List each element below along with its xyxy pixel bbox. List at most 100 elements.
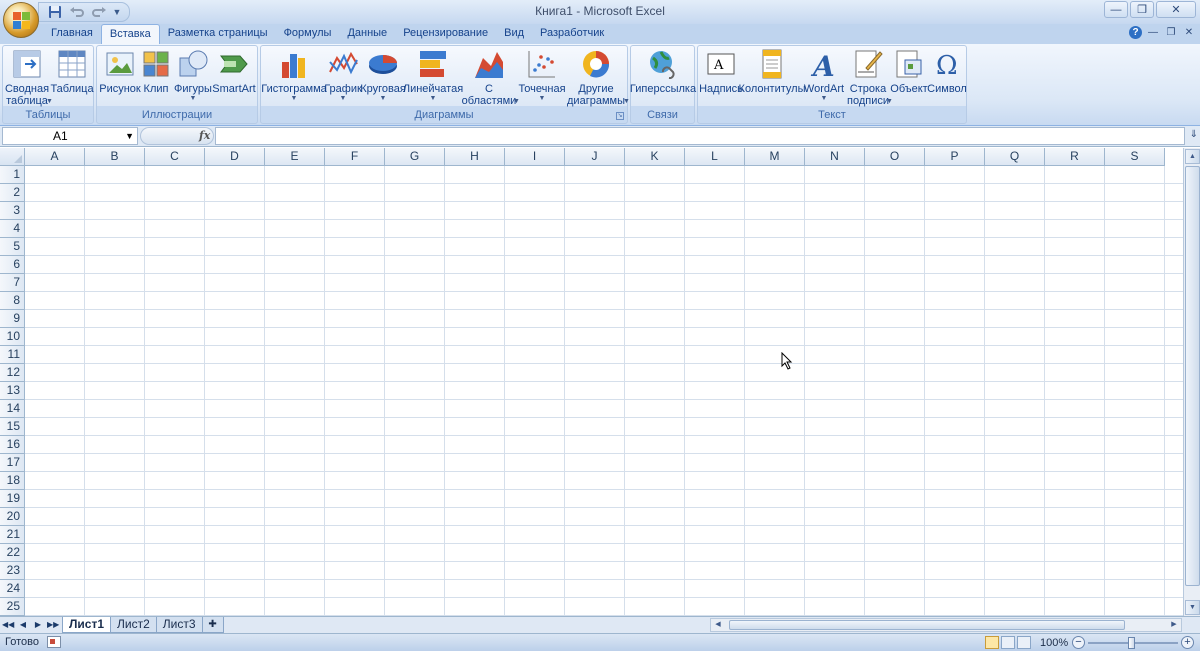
row-header[interactable]: 5 — [0, 238, 25, 256]
close-button[interactable]: ✕ — [1156, 1, 1196, 18]
row-header[interactable]: 23 — [0, 562, 25, 580]
select-all-button[interactable] — [0, 148, 25, 166]
row-header[interactable]: 21 — [0, 526, 25, 544]
column-header[interactable]: M — [745, 148, 805, 166]
workbook-restore-icon[interactable]: ❐ — [1164, 27, 1178, 38]
horizontal-scrollbar[interactable]: ◀ ▶ — [710, 618, 1182, 632]
column-header[interactable]: B — [85, 148, 145, 166]
insert-function-icon[interactable]: fx — [199, 129, 210, 142]
pie-chart-button[interactable]: Круговая ▼ — [360, 48, 406, 103]
hyperlink-button[interactable]: Гиперссылка — [630, 48, 696, 95]
insert-sheet-icon[interactable]: ✚ — [201, 617, 224, 633]
page-break-view-icon[interactable] — [1017, 636, 1031, 649]
tab-home[interactable]: Главная — [43, 24, 101, 44]
column-header[interactable]: O — [865, 148, 925, 166]
row-header[interactable]: 22 — [0, 544, 25, 562]
row-header[interactable]: 17 — [0, 454, 25, 472]
row-header[interactable]: 25 — [0, 598, 25, 616]
scatter-chart-button[interactable]: Точечная ▼ — [517, 48, 567, 103]
row-header[interactable]: 16 — [0, 436, 25, 454]
sheet-tab-1[interactable]: Лист1 — [62, 617, 112, 633]
office-button[interactable] — [3, 2, 39, 38]
previous-sheet-icon[interactable]: ◀ — [17, 619, 29, 631]
row-header[interactable]: 18 — [0, 472, 25, 490]
row-header[interactable]: 19 — [0, 490, 25, 508]
zoom-out-icon[interactable]: − — [1072, 636, 1085, 649]
column-header[interactable]: I — [505, 148, 565, 166]
scroll-right-icon[interactable]: ▶ — [1167, 619, 1181, 631]
column-header[interactable]: F — [325, 148, 385, 166]
row-header[interactable]: 24 — [0, 580, 25, 598]
smartart-button[interactable]: SmartArt — [212, 48, 256, 95]
table-button[interactable]: Таблица — [50, 48, 94, 95]
workbook-close-icon[interactable]: ✕ — [1182, 27, 1196, 38]
other-charts-button[interactable]: Другие диаграммы ▼ — [567, 48, 630, 107]
cell-area[interactable] — [25, 166, 1183, 616]
formula-input[interactable] — [215, 127, 1185, 145]
tab-insert[interactable]: Вставка — [100, 24, 160, 44]
scroll-down-icon[interactable]: ▼ — [1185, 600, 1200, 615]
column-header[interactable]: Q — [985, 148, 1045, 166]
tab-page-layout[interactable]: Разметка страницы — [160, 24, 276, 44]
tab-formulas[interactable]: Формулы — [276, 24, 340, 44]
row-header[interactable]: 2 — [0, 184, 25, 202]
zoom-slider-thumb[interactable] — [1128, 637, 1135, 649]
tab-review[interactable]: Рецензирование — [395, 24, 496, 44]
last-sheet-icon[interactable]: ▶▶ — [47, 619, 59, 631]
help-icon[interactable]: ? — [1129, 26, 1142, 39]
column-header[interactable]: K — [625, 148, 685, 166]
row-header[interactable]: 8 — [0, 292, 25, 310]
object-button[interactable]: Объект — [890, 48, 928, 95]
column-header[interactable]: N — [805, 148, 865, 166]
column-header[interactable]: D — [205, 148, 265, 166]
row-header[interactable]: 7 — [0, 274, 25, 292]
row-header[interactable]: 3 — [0, 202, 25, 220]
bar-chart-button[interactable]: Линейчатая ▼ — [403, 48, 463, 103]
area-chart-button[interactable]: С областями ▼ — [461, 48, 520, 107]
row-header[interactable]: 14 — [0, 400, 25, 418]
symbol-button[interactable]: Ω Символ — [927, 48, 967, 95]
row-header[interactable]: 15 — [0, 418, 25, 436]
row-header[interactable]: 12 — [0, 364, 25, 382]
macro-record-icon[interactable] — [47, 636, 61, 648]
sheet-tab-3[interactable]: Лист3 — [155, 617, 203, 633]
column-header[interactable]: J — [565, 148, 625, 166]
header-footer-button[interactable]: Колонтитулы — [739, 48, 805, 95]
chevron-down-icon[interactable]: ▼ — [125, 128, 134, 144]
column-header[interactable]: S — [1105, 148, 1165, 166]
page-layout-view-icon[interactable] — [1001, 636, 1015, 649]
row-header[interactable]: 11 — [0, 346, 25, 364]
normal-view-icon[interactable] — [985, 636, 999, 649]
vertical-scroll-thumb[interactable] — [1185, 166, 1200, 586]
expand-formula-bar-icon[interactable]: ⇓ — [1190, 129, 1198, 140]
workbook-minimize-icon[interactable]: — — [1146, 27, 1160, 38]
line-chart-button[interactable]: График ▼ — [324, 48, 362, 103]
tab-view[interactable]: Вид — [496, 24, 532, 44]
column-header[interactable]: A — [25, 148, 85, 166]
tab-data[interactable]: Данные — [339, 24, 395, 44]
row-header[interactable]: 6 — [0, 256, 25, 274]
shapes-button[interactable]: Фигуры ▼ — [174, 48, 212, 103]
charts-dialog-launcher-icon[interactable]: ↘ — [616, 112, 624, 120]
tab-developer[interactable]: Разработчик — [532, 24, 612, 44]
row-header[interactable]: 20 — [0, 508, 25, 526]
wordart-button[interactable]: A WordArt ▼ — [802, 48, 846, 103]
picture-button[interactable]: Рисунок — [99, 48, 141, 95]
zoom-level[interactable]: 100% — [1040, 637, 1068, 649]
column-header[interactable]: L — [685, 148, 745, 166]
zoom-in-icon[interactable]: + — [1181, 636, 1194, 649]
column-header[interactable]: C — [145, 148, 205, 166]
textbox-button[interactable]: A Надпись — [699, 48, 743, 95]
signature-line-button[interactable]: Строка подписи ▼ — [846, 48, 893, 107]
row-header[interactable]: 13 — [0, 382, 25, 400]
minimize-button[interactable]: — — [1104, 1, 1128, 18]
column-header[interactable]: R — [1045, 148, 1105, 166]
clip-button[interactable]: Клип — [143, 48, 169, 95]
row-header[interactable]: 10 — [0, 328, 25, 346]
first-sheet-icon[interactable]: ◀◀ — [2, 619, 14, 631]
pivot-table-button[interactable]: Сводная таблица ▼ — [5, 48, 53, 107]
sheet-tab-2[interactable]: Лист2 — [110, 617, 157, 633]
row-header[interactable]: 4 — [0, 220, 25, 238]
row-header[interactable]: 9 — [0, 310, 25, 328]
scroll-left-icon[interactable]: ◀ — [711, 619, 725, 631]
